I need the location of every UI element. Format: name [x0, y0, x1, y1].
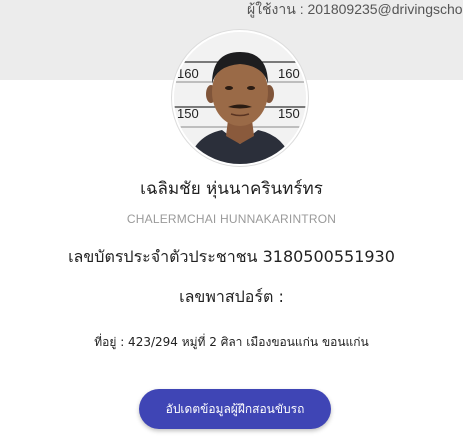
avatar-photo: 160 160 150 150	[174, 32, 306, 164]
passport-number: เลขพาสปอร์ต :	[179, 287, 284, 306]
instructor-name-thai: เฉลิมชัย หุ่นนาครินทร์ทร	[140, 179, 323, 199]
board-number: 160	[177, 66, 199, 81]
instructor-name-english: CHALERMCHAI HUNNAKARINTRON	[126, 212, 337, 226]
board-number: 150	[177, 106, 199, 121]
update-instructor-info-button[interactable]: อัปเดตข้อมูลผู้ฝึกสอนขับรถ	[139, 389, 331, 429]
board-number: 160	[278, 66, 300, 81]
address: ที่อยู่ : 423/294 หมู่ที่ 2 ศิลา เมืองขอ…	[94, 335, 369, 349]
profile-avatar: 160 160 150 150	[172, 30, 308, 166]
user-account-label: ผู้ใช้งาน : 201809235@drivingschoo	[247, 1, 463, 17]
id-card-number: เลขบัตรประจำตัวประชาชน 3180500551930	[68, 247, 395, 266]
board-number: 150	[278, 106, 300, 121]
